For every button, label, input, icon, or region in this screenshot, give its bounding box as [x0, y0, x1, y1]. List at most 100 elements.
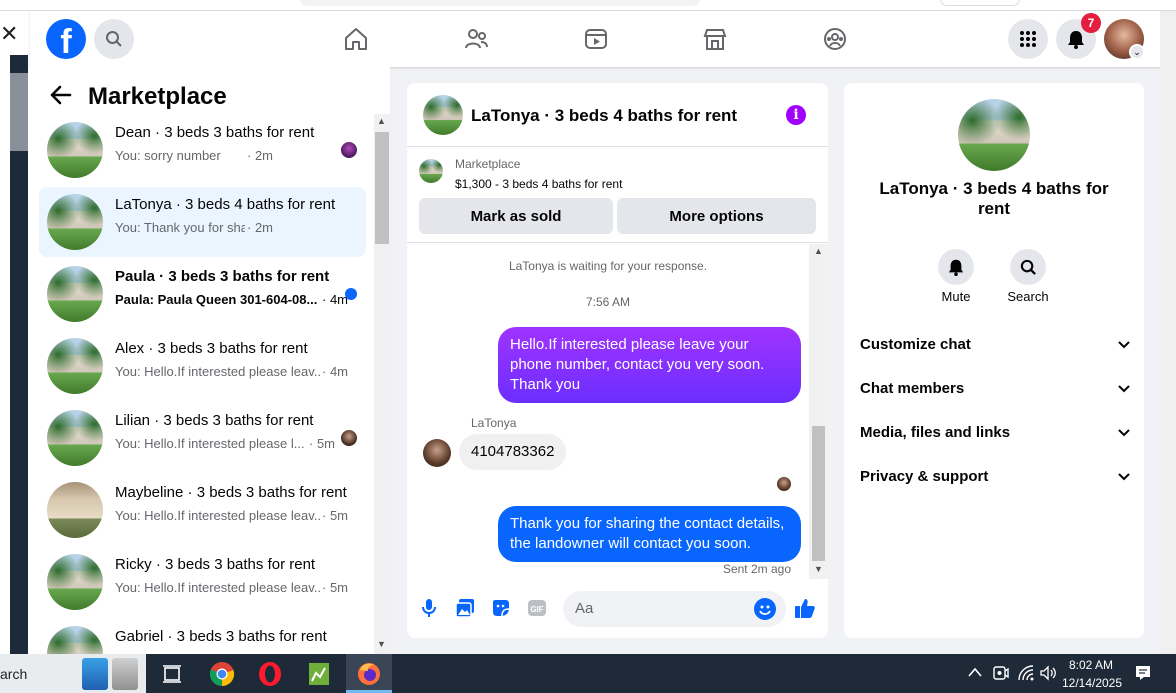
conversation-time: · 4m — [322, 364, 348, 379]
chat-listing-avatar[interactable] — [423, 95, 463, 135]
thumbs-up-icon[interactable] — [794, 597, 816, 619]
listing-large-avatar[interactable] — [958, 99, 1030, 171]
conversation-preview: You: Hello.If interested please l... — [115, 436, 305, 451]
info-panel-title: LaTonya · 3 beds 4 baths for rent — [879, 179, 1109, 218]
chevron-up-icon[interactable] — [968, 666, 982, 680]
conversation-time: · 5m — [309, 436, 335, 451]
photo-icon[interactable] — [454, 597, 476, 619]
wifi-icon[interactable] — [1017, 664, 1035, 685]
browser-button-fragment[interactable] — [940, 0, 1020, 6]
search-label: Search — [1007, 289, 1049, 304]
windows-taskbar: arch 8:02 AM 12/14/2025 — [0, 654, 1176, 693]
listing-source: Marketplace — [455, 157, 521, 171]
clock-date[interactable]: 12/14/2025 — [1060, 676, 1124, 690]
task-view-icon[interactable] — [159, 661, 185, 687]
chrome-icon[interactable] — [209, 661, 235, 687]
chat-scrollbar[interactable]: ▲ ▼ — [809, 244, 828, 579]
chat-title[interactable]: LaTonya · 3 beds 4 baths for rent — [471, 106, 737, 126]
section-label: Privacy & support — [860, 468, 989, 485]
notifications-icon[interactable] — [1134, 664, 1152, 685]
mute-button[interactable] — [938, 249, 974, 285]
chevron-down-icon[interactable] — [1118, 468, 1130, 485]
conversation-item[interactable]: Lilian · 3 beds 3 baths for rent You: Hel… — [39, 403, 366, 473]
outgoing-message[interactable]: Thank you for sharing the contact detail… — [498, 506, 801, 562]
conversation-item[interactable]: Alex · 3 beds 3 baths for rent You: Hello… — [39, 331, 366, 401]
conversation-name: Lilian · 3 beds 3 baths for rent — [115, 412, 314, 429]
search-icon[interactable] — [94, 19, 134, 59]
search-button[interactable] — [1010, 249, 1046, 285]
conversation-item[interactable]: Paula · 3 beds 3 baths for rent Paula: Pa… — [39, 259, 366, 329]
incoming-message[interactable]: 4104783362 — [459, 434, 567, 470]
friends-icon[interactable] — [462, 25, 490, 53]
chevron-down-icon[interactable] — [1118, 336, 1130, 353]
marketplace-icon[interactable] — [701, 25, 729, 53]
sender-avatar[interactable] — [423, 439, 451, 467]
page-scrollbar[interactable] — [1160, 11, 1176, 654]
menu-grid-icon[interactable] — [1008, 19, 1048, 59]
scroll-down-icon[interactable]: ▼ — [814, 564, 823, 574]
listing-price[interactable]: $1,300 - 3 beds 4 baths for rent — [455, 177, 622, 191]
scroll-thumb[interactable] — [812, 426, 825, 561]
home-icon[interactable] — [342, 25, 370, 53]
waiting-notice: LaTonya is waiting for your response. — [508, 259, 708, 273]
listing-thumbnail[interactable] — [419, 159, 443, 183]
marketplace-sidebar: Marketplace Dean · 3 beds 3 baths for re… — [30, 67, 390, 682]
conversation-time: · 5m — [322, 580, 348, 595]
listing-thumbnail — [47, 338, 103, 394]
video-icon[interactable] — [582, 25, 610, 53]
facebook-logo[interactable]: f — [46, 19, 86, 59]
more-options-button[interactable]: More options — [617, 198, 816, 234]
conversation-preview: Paula: Paula Queen 301-604-08... — [115, 292, 318, 307]
volume-icon[interactable] — [1039, 664, 1057, 685]
taskbar-search-box[interactable]: arch — [0, 654, 146, 693]
conversation-name: Maybeline · 3 beds 3 baths for rent — [115, 484, 347, 501]
meet-now-icon[interactable] — [993, 664, 1009, 685]
chevron-down-icon[interactable] — [1118, 380, 1130, 397]
scroll-down-icon[interactable]: ▼ — [377, 639, 386, 649]
opera-icon[interactable] — [257, 661, 283, 687]
conversation-item[interactable]: LaTonya · 3 beds 4 baths for rent You: Th… — [39, 187, 366, 257]
conversation-item[interactable]: Dean · 3 beds 3 baths for rent You: sorry… — [39, 115, 366, 185]
message-timestamp: 7:56 AM — [585, 295, 631, 309]
sent-status: Sent 2m ago — [722, 562, 791, 576]
scroll-up-icon[interactable]: ▲ — [377, 116, 386, 126]
section-privacy-support[interactable]: Privacy & support — [860, 468, 1130, 485]
read-receipt-avatar — [777, 477, 791, 491]
close-icon[interactable]: ✕ — [0, 21, 18, 47]
back-arrow-icon[interactable] — [50, 85, 72, 110]
firefox-icon[interactable] — [356, 661, 382, 687]
sticker-icon[interactable] — [490, 597, 512, 619]
scroll-up-icon[interactable]: ▲ — [814, 246, 823, 256]
section-customize-chat[interactable]: Customize chat — [860, 336, 1130, 353]
section-chat-members[interactable]: Chat members — [860, 380, 1130, 397]
conversation-name: Paula · 3 beds 3 baths for rent — [115, 268, 330, 285]
groups-icon[interactable] — [821, 25, 849, 53]
conversation-item[interactable]: Ricky · 3 beds 3 baths for rent You: Hell… — [39, 547, 366, 617]
listing-thumbnail — [47, 266, 103, 322]
clock-time[interactable]: 8:02 AM — [1062, 658, 1120, 672]
emoji-icon[interactable] — [754, 598, 776, 620]
microphone-icon[interactable] — [418, 597, 440, 619]
address-bar-fragment[interactable] — [300, 0, 700, 6]
notification-badge: 7 — [1081, 13, 1101, 33]
side-scroll-thumb[interactable] — [10, 73, 28, 151]
outgoing-message[interactable]: Hello.If interested please leave your ph… — [498, 327, 801, 403]
conversation-item[interactable]: Maybeline · 3 beds 3 baths for rent You: … — [39, 475, 366, 545]
chevron-down-icon[interactable]: ⌄ — [1129, 44, 1145, 60]
message-input[interactable]: Aa — [563, 591, 786, 627]
conversation-list-scrollbar[interactable]: ▲ ▼ — [374, 114, 390, 654]
browser-top-strip — [0, 0, 1176, 11]
spreadsheet-app-icon[interactable] — [306, 661, 332, 687]
section-media-files-links[interactable]: Media, files and links — [860, 424, 1130, 441]
mark-as-sold-button[interactable]: Mark as sold — [419, 198, 613, 234]
conversation-name: Alex · 3 beds 3 baths for rent — [115, 340, 308, 357]
conversation-preview: You: Hello.If interested please leav... — [115, 580, 320, 595]
sender-label: LaTonya — [471, 416, 517, 430]
chat-panel: LaTonya · 3 beds 4 baths for rent i Mark… — [407, 83, 828, 638]
chevron-down-icon[interactable] — [1118, 424, 1130, 441]
scroll-thumb[interactable] — [375, 132, 389, 244]
listing-thumbnail — [47, 554, 103, 610]
page-title: Marketplace — [88, 83, 227, 110]
info-icon[interactable]: i — [786, 105, 806, 125]
gif-icon[interactable]: GIF — [526, 597, 548, 619]
